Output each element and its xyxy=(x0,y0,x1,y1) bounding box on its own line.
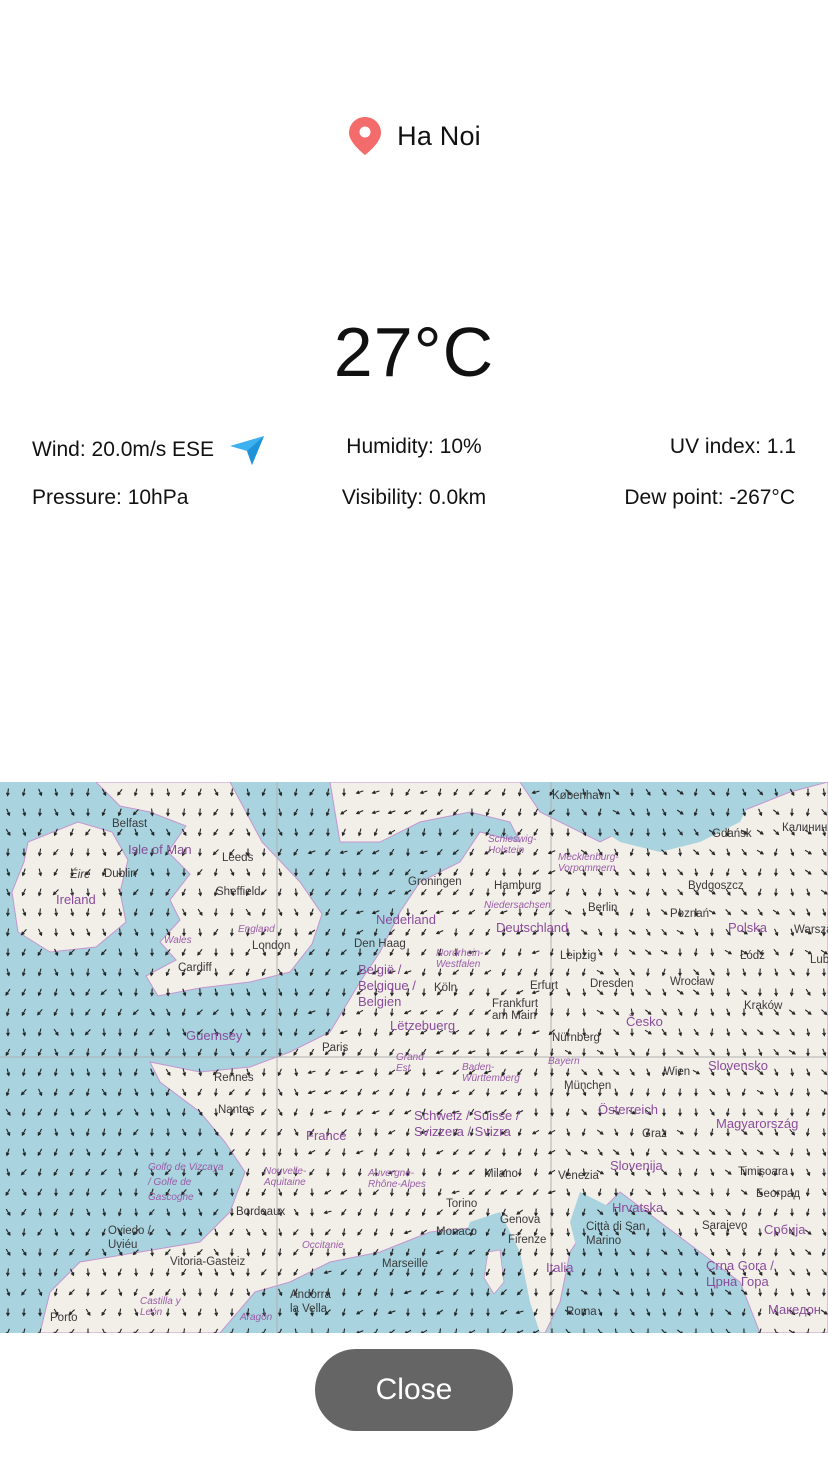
map-label: Milano xyxy=(484,1168,518,1180)
map-label: Bordeaux xyxy=(236,1206,286,1218)
map-label: Rennes xyxy=(214,1072,254,1084)
map-label: Torino xyxy=(446,1198,478,1210)
map-label: Sheffield xyxy=(216,886,261,898)
map-label: Bayern xyxy=(548,1056,580,1067)
map-label: Monaco xyxy=(436,1226,477,1238)
map-label: Berlin xyxy=(588,902,618,914)
map-label: Grand Est xyxy=(396,1052,424,1074)
map-label: Firenze xyxy=(508,1234,547,1246)
map-label: Hrvatska xyxy=(612,1200,664,1215)
map-label: Nordrhein-Westfalen xyxy=(436,948,484,970)
map-label: Slovenija xyxy=(610,1158,663,1173)
map-label: Dublin xyxy=(104,868,137,880)
map-label: Andorra la Vella xyxy=(290,1289,331,1315)
map-label: België / Belgique / Belgien xyxy=(358,962,416,1009)
map-label: Dresden xyxy=(590,978,634,990)
map-label: Guernsey xyxy=(186,1028,243,1043)
map-label: Timișoara xyxy=(738,1166,789,1178)
map-label: Graz xyxy=(642,1128,667,1140)
map-label: Groningen xyxy=(408,876,462,888)
map-label: Wales xyxy=(164,935,192,946)
map-label: Roma xyxy=(566,1306,597,1318)
map-label: Porto xyxy=(50,1312,78,1324)
map-label: Italia xyxy=(546,1260,574,1275)
map-label: London xyxy=(252,940,291,952)
map-label: Leipzig xyxy=(560,950,597,962)
map-label: Hamburg xyxy=(494,880,542,892)
ireland-landmass xyxy=(11,821,129,953)
map-label: Калинин xyxy=(782,822,828,834)
map-label: Nürnberg xyxy=(552,1032,600,1044)
map-label: Crna Gora / Црна Гора xyxy=(706,1258,774,1289)
map-label: Frankfurt am Main xyxy=(492,998,539,1022)
map-label: Marseille xyxy=(382,1258,429,1270)
map-label: Niedersachsen xyxy=(484,900,551,911)
map-label: Deutschland xyxy=(496,920,569,935)
map-label: Kraków xyxy=(744,1000,783,1012)
map-label: Cardiff xyxy=(178,962,212,974)
map-label: Erfurt xyxy=(530,980,559,992)
map-label: Österreich xyxy=(598,1102,658,1117)
temperature-value: 27°C xyxy=(333,313,495,391)
map-label: Vitoria-Gasteiz xyxy=(170,1256,246,1268)
map-label: Србија xyxy=(764,1222,806,1237)
map-label: Venezia xyxy=(558,1170,599,1182)
map-label: Nantes xyxy=(218,1104,255,1116)
map-label: Ireland xyxy=(56,892,96,907)
map-label: Belfast xyxy=(112,818,148,830)
map-label: Golfo de Vizcaya / Golfe de Gascogne xyxy=(148,1162,224,1203)
map-label: Genova xyxy=(500,1214,541,1226)
map-label: Македон xyxy=(768,1302,821,1317)
map-label: Lub xyxy=(810,954,828,966)
map-pin-icon xyxy=(349,117,382,155)
map-label: Schleswig-Holstein xyxy=(488,834,537,856)
map-label: Bydgoszcz xyxy=(688,880,744,892)
map-label: Poznań xyxy=(670,908,710,920)
map-label: Sarajevo xyxy=(702,1220,748,1232)
map-label: Schweiz / Suisse / Svizzera / Svizra xyxy=(414,1108,520,1139)
close-button[interactable]: Close xyxy=(315,1349,513,1431)
map-label: Warszawa xyxy=(794,924,828,936)
map-label: Wien xyxy=(664,1066,691,1078)
map-label: Wrocław xyxy=(670,976,714,988)
map-label: Occitanie xyxy=(302,1240,344,1251)
map-label: Auvergne-Rhône-Alpes xyxy=(368,1168,426,1190)
map-label: Aragón xyxy=(240,1312,273,1323)
map-label: München xyxy=(564,1080,612,1092)
map-label: Slovensko xyxy=(708,1058,768,1073)
location-header: Ha Noi xyxy=(0,112,828,160)
map-label: Éire xyxy=(70,869,91,881)
wind-map[interactable]: København Gdańsk Калинин Belfast Isle of… xyxy=(0,782,828,1333)
map-label: England xyxy=(238,924,275,935)
map-label: Lëtzebuerg xyxy=(390,1018,456,1033)
map-label: København xyxy=(552,790,611,802)
map-label: Mecklenburg-Vorpommern xyxy=(558,852,619,874)
map-label: Oviedo / Uviéu xyxy=(108,1225,151,1251)
map-label: Città di San Marino xyxy=(586,1221,646,1247)
map-label: Gdańsk xyxy=(712,828,752,840)
map-label: Köln xyxy=(434,982,458,994)
map-label: Leeds xyxy=(222,852,254,864)
map-label: Isle of Man xyxy=(128,842,192,857)
uv-index-stat: UV index: 1.1 xyxy=(669,435,796,458)
map-label: Nederland xyxy=(376,912,436,927)
map-label: Den Haag xyxy=(354,938,406,950)
map-label: Београд xyxy=(756,1188,801,1200)
map-label: Nouvelle-Aquitaine xyxy=(264,1166,307,1188)
map-label: Castilla y León xyxy=(140,1296,181,1318)
map-label: Magyarország xyxy=(716,1116,799,1131)
map-label: Baden-Württemberg xyxy=(462,1062,520,1084)
city-name: Ha Noi xyxy=(397,120,481,151)
map-label: Polska xyxy=(728,920,768,935)
map-label: Paris xyxy=(322,1042,349,1054)
map-label: France xyxy=(306,1128,347,1143)
dew-point-stat: Dew point: -267°C xyxy=(624,486,795,509)
map-label: Česko xyxy=(626,1014,663,1029)
map-label: Łódź xyxy=(740,950,765,962)
